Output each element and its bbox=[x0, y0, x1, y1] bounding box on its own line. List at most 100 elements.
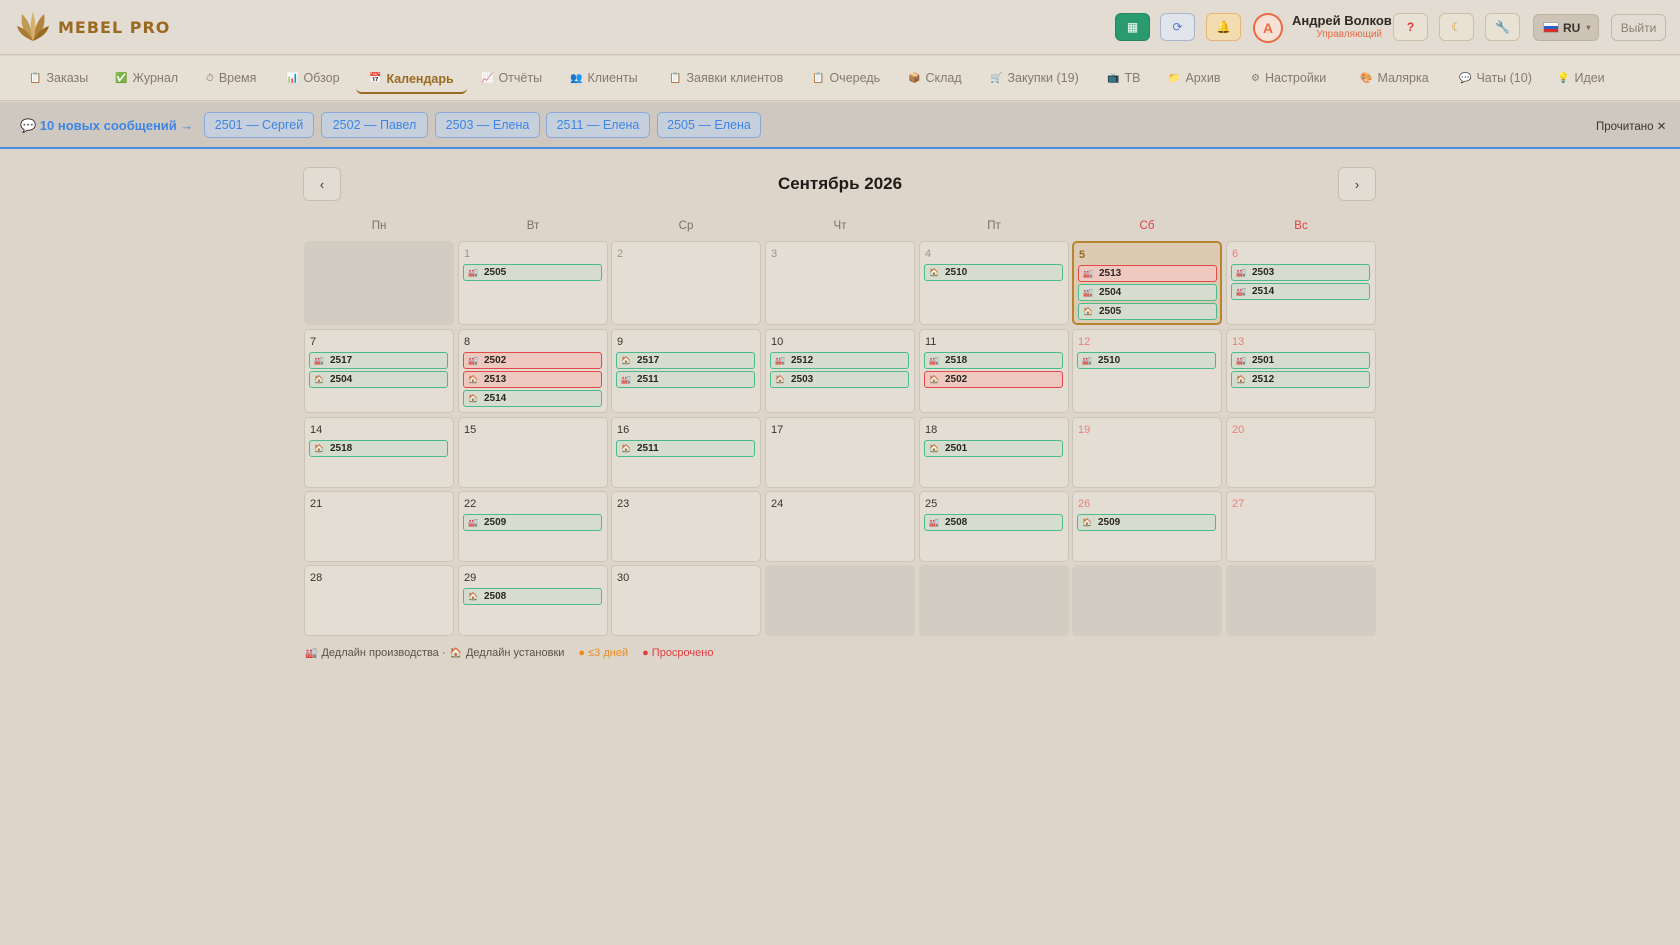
nav-time[interactable]: ⏱ Время bbox=[206, 65, 256, 91]
message-chip[interactable]: 2503 — Елена bbox=[435, 112, 540, 138]
today-cell[interactable]: 5 🏭 2513 🏭 2504 🏠 2505 bbox=[1072, 241, 1222, 325]
production-deadline-event[interactable]: 🏭 2504 bbox=[1078, 284, 1217, 301]
day-cell[interactable]: 20 bbox=[1226, 417, 1376, 488]
install-deadline-event[interactable]: 🏠 2505 bbox=[1078, 303, 1217, 320]
message-chip[interactable]: 2505 — Елена bbox=[657, 112, 761, 138]
day-cell[interactable]: 23 bbox=[611, 491, 761, 562]
notifications-button[interactable]: 🔔 bbox=[1206, 13, 1241, 41]
mark-read-button[interactable]: Прочитано ✕ bbox=[1596, 119, 1666, 133]
nav-settings[interactable]: ⚙ Настройки bbox=[1251, 65, 1326, 91]
nav-paint-shop[interactable]: 🎨 Малярка bbox=[1360, 65, 1429, 91]
day-cell[interactable]: 28 bbox=[304, 565, 454, 636]
day-cell[interactable]: 1 🏭 2505 bbox=[458, 241, 608, 325]
nav-queue[interactable]: 📋 Очередь bbox=[812, 65, 880, 91]
production-deadline-event[interactable]: 🏭 2501 bbox=[1231, 352, 1370, 369]
nav-chats[interactable]: 💬 Чаты (10) bbox=[1459, 65, 1532, 91]
prev-month-button[interactable]: ‹ bbox=[303, 167, 341, 201]
nav-reports[interactable]: 📈 Отчёты bbox=[481, 65, 542, 91]
day-cell[interactable]: 15 bbox=[458, 417, 608, 488]
day-cell[interactable]: 8 🏭 2502 🏠 2513 🏠 2514 bbox=[458, 329, 608, 413]
day-cell[interactable]: 7 🏭 2517 🏠 2504 bbox=[304, 329, 454, 413]
message-chip[interactable]: 2502 — Павел bbox=[321, 112, 428, 138]
nav-archive[interactable]: 📁 Архив bbox=[1168, 65, 1220, 91]
production-deadline-event[interactable]: 🏭 2513 bbox=[1078, 265, 1217, 282]
production-deadline-event[interactable]: 🏭 2505 bbox=[463, 264, 602, 281]
day-cell[interactable]: 11 🏭 2518 🏠 2502 bbox=[919, 329, 1069, 413]
nav-calendar[interactable]: 📅 Календарь bbox=[356, 65, 467, 94]
day-cell[interactable]: 26 🏠 2509 bbox=[1072, 491, 1222, 562]
refresh-button[interactable]: ⟳ bbox=[1160, 13, 1195, 41]
install-deadline-event[interactable]: 🏠 2509 bbox=[1077, 514, 1216, 531]
day-cell[interactable]: 14 🏠 2518 bbox=[304, 417, 454, 488]
day-cell[interactable]: 17 bbox=[765, 417, 915, 488]
production-deadline-event[interactable]: 🏭 2510 bbox=[1077, 352, 1216, 369]
day-cell[interactable]: 21 bbox=[304, 491, 454, 562]
production-deadline-event[interactable]: 🏭 2517 bbox=[309, 352, 448, 369]
install-deadline-event[interactable]: 🏠 2510 bbox=[924, 264, 1063, 281]
install-deadline-event[interactable]: 🏠 2504 bbox=[309, 371, 448, 388]
day-cell[interactable]: 27 bbox=[1226, 491, 1376, 562]
nav-client-requests[interactable]: 📋 Заявки клиентов bbox=[669, 65, 783, 91]
next-month-button[interactable]: › bbox=[1338, 167, 1376, 201]
day-cell[interactable]: 22 🏭 2509 bbox=[458, 491, 608, 562]
logo[interactable]: MEBEL PRO bbox=[16, 10, 170, 44]
day-cell[interactable]: 12 🏭 2510 bbox=[1072, 329, 1222, 413]
logout-button[interactable]: Выйти bbox=[1611, 14, 1666, 41]
production-deadline-event[interactable]: 🏭 2503 bbox=[1231, 264, 1370, 281]
day-cell[interactable]: 6 🏭 2503 🏭 2514 bbox=[1226, 241, 1376, 325]
production-deadline-event[interactable]: 🏭 2514 bbox=[1231, 283, 1370, 300]
production-deadline-event[interactable]: 🏭 2508 bbox=[924, 514, 1063, 531]
help-button[interactable]: ? bbox=[1393, 13, 1428, 41]
factory-icon: 🏭 bbox=[305, 647, 318, 659]
day-cell[interactable]: 24 bbox=[765, 491, 915, 562]
theme-button[interactable]: ☾ bbox=[1439, 13, 1474, 41]
install-deadline-event[interactable]: 🏠 2508 bbox=[463, 588, 602, 605]
day-cell[interactable]: 4 🏠 2510 bbox=[919, 241, 1069, 325]
day-cell[interactable]: 30 bbox=[611, 565, 761, 636]
production-deadline-event[interactable]: 🏭 2512 bbox=[770, 352, 909, 369]
wrench-icon: 🔧 bbox=[1495, 20, 1510, 34]
message-chip[interactable]: 2501 — Сергей bbox=[204, 112, 314, 138]
nav-purchases[interactable]: 🛒 Закупки (19) bbox=[990, 65, 1079, 91]
avatar[interactable]: А bbox=[1253, 13, 1283, 43]
day-cell[interactable]: 29 🏠 2508 bbox=[458, 565, 608, 636]
install-deadline-event[interactable]: 🏠 2514 bbox=[463, 390, 602, 407]
nav-clients[interactable]: 👥 Клиенты bbox=[570, 65, 638, 91]
install-deadline-event[interactable]: 🏠 2512 bbox=[1231, 371, 1370, 388]
install-deadline-event[interactable]: 🏠 2517 bbox=[616, 352, 755, 369]
nav-journal[interactable]: ✅ Журнал bbox=[115, 65, 178, 91]
nav-tv[interactable]: 📺 ТВ bbox=[1107, 65, 1140, 91]
nav-ideas[interactable]: 💡 Идеи bbox=[1557, 65, 1605, 91]
day-number: 2 bbox=[617, 248, 624, 260]
message-chip[interactable]: 2511 — Елена bbox=[546, 112, 650, 138]
nav-warehouse[interactable]: 📦 Склад bbox=[908, 65, 962, 91]
day-cell[interactable]: 13 🏭 2501 🏠 2512 bbox=[1226, 329, 1376, 413]
production-deadline-event[interactable]: 🏭 2509 bbox=[463, 514, 602, 531]
install-deadline-event[interactable]: 🏠 2502 bbox=[924, 371, 1063, 388]
production-deadline-event[interactable]: 🏭 2511 bbox=[616, 371, 755, 388]
install-deadline-event[interactable]: 🏠 2501 bbox=[924, 440, 1063, 457]
day-cell[interactable]: 2 bbox=[611, 241, 761, 325]
language-select[interactable]: RU ▾ bbox=[1533, 14, 1599, 41]
day-cell[interactable]: 19 bbox=[1072, 417, 1222, 488]
day-cell[interactable]: 25 🏭 2508 bbox=[919, 491, 1069, 562]
install-deadline-event[interactable]: 🏠 2513 bbox=[463, 371, 602, 388]
production-deadline-event[interactable]: 🏭 2518 bbox=[924, 352, 1063, 369]
day-cell[interactable]: 3 bbox=[765, 241, 915, 325]
nav-orders[interactable]: 📋 Заказы bbox=[29, 65, 88, 91]
empty-day-cell bbox=[1072, 565, 1222, 636]
nav-overview[interactable]: 📊 Обзор bbox=[286, 65, 340, 91]
main-nav: 📋 Заказы ✅ Журнал ⏱ Время 📊 Обзор 📅 Календарь… bbox=[0, 56, 1680, 101]
day-cell[interactable]: 18 🏠 2501 bbox=[919, 417, 1069, 488]
install-deadline-event[interactable]: 🏠 2518 bbox=[309, 440, 448, 457]
day-cell[interactable]: 10 🏭 2512 🏠 2503 bbox=[765, 329, 915, 413]
grid-button[interactable]: ▦ bbox=[1115, 13, 1150, 41]
day-cell[interactable]: 9 🏠 2517 🏭 2511 bbox=[611, 329, 761, 413]
new-messages-link[interactable]: 💬 10 новых сообщений → bbox=[20, 118, 193, 134]
production-deadline-event[interactable]: 🏭 2502 bbox=[463, 352, 602, 369]
tools-button[interactable]: 🔧 bbox=[1485, 13, 1520, 41]
day-cell[interactable]: 16 🏠 2511 bbox=[611, 417, 761, 488]
install-deadline-event[interactable]: 🏠 2511 bbox=[616, 440, 755, 457]
install-deadline-event[interactable]: 🏠 2503 bbox=[770, 371, 909, 388]
day-number: 29 bbox=[464, 572, 477, 584]
